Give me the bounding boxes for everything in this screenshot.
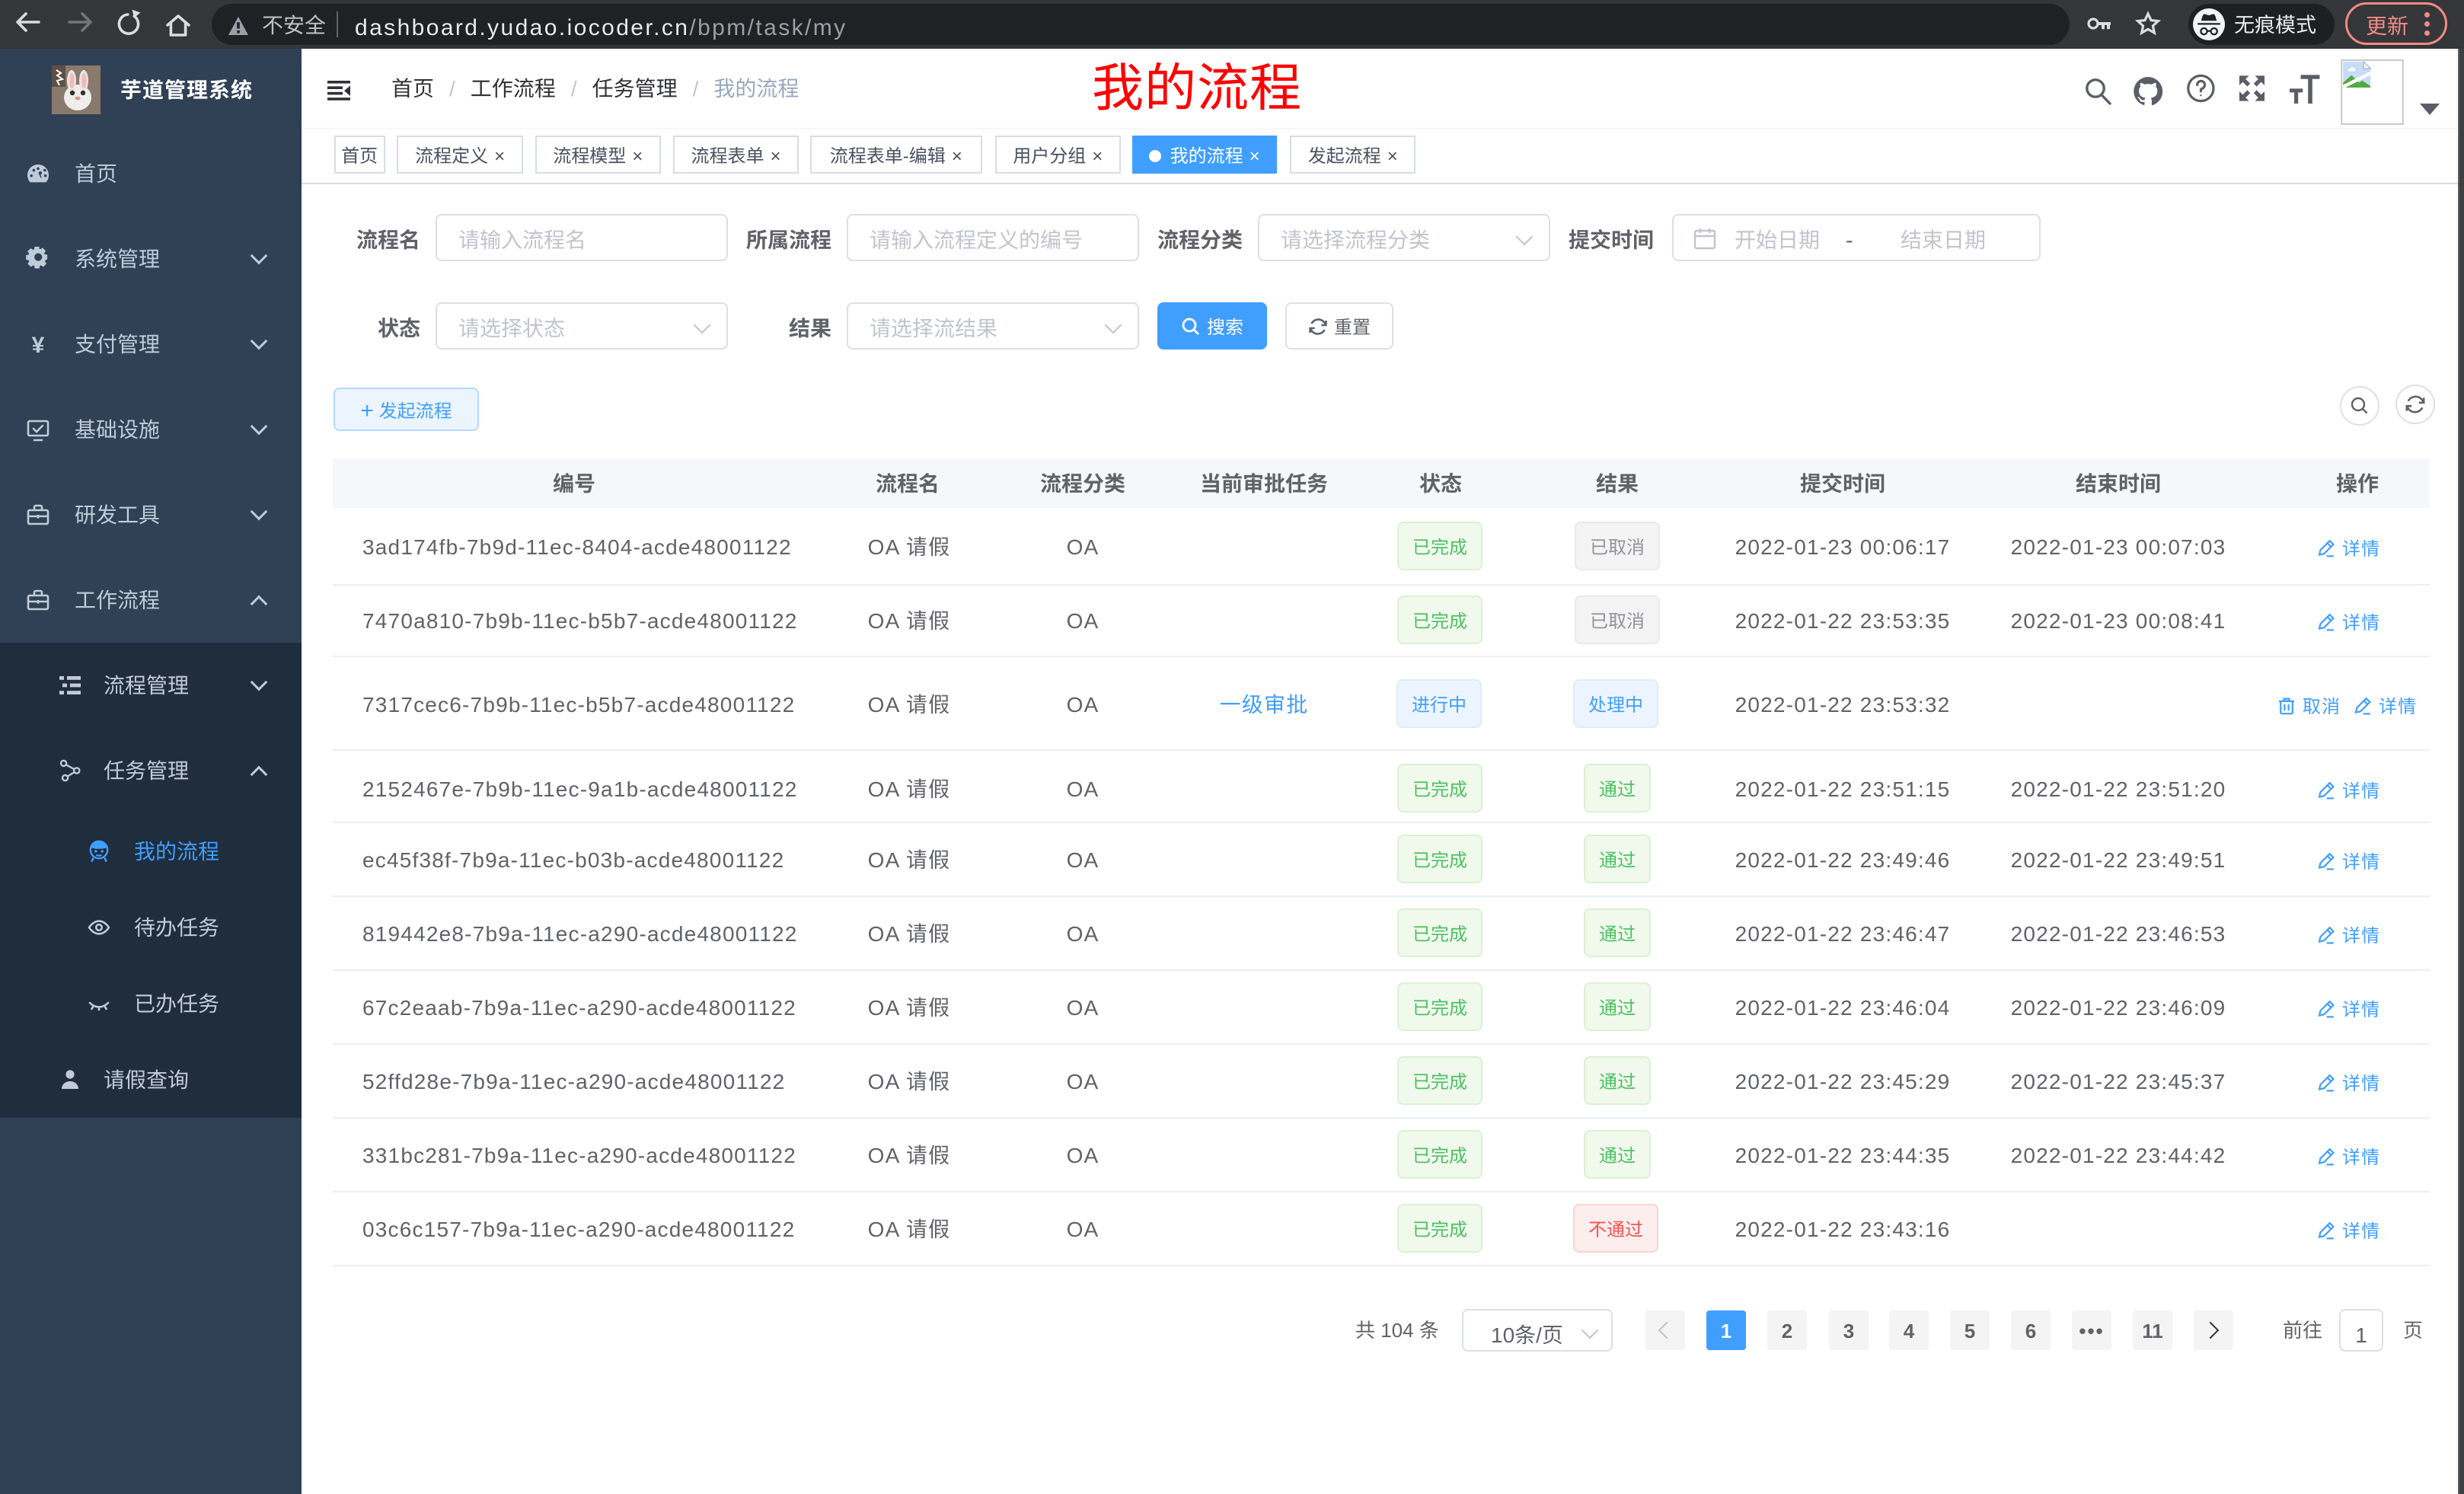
svg-text:¥: ¥ <box>32 333 45 356</box>
